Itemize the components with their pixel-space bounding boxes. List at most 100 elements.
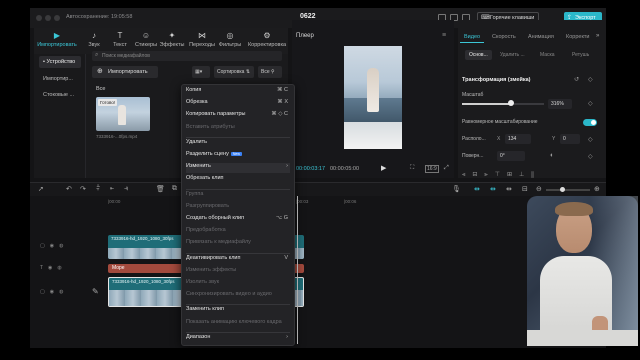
rotate-value-field[interactable]: 0° xyxy=(497,151,525,161)
context-menu-item[interactable]: Разделить сцену New xyxy=(186,151,290,161)
view-toggle-button[interactable]: ▦▾ xyxy=(192,66,210,78)
tab-animation[interactable]: Анимация xyxy=(524,31,558,43)
uniform-scale-toggle[interactable] xyxy=(583,119,597,126)
side-item-stock[interactable]: Стоковые ... xyxy=(39,89,81,101)
media-thumbnail[interactable]: Готово! xyxy=(96,97,150,131)
cover-edit-icon[interactable]: ✎ xyxy=(92,287,99,296)
menu-separator xyxy=(186,304,290,306)
text-track-controls[interactable]: T◉◍ xyxy=(40,265,67,271)
ruler-mark: |00:00 xyxy=(108,199,121,204)
more-tabs-icon[interactable]: » xyxy=(596,33,599,39)
context-menu-item[interactable]: Удалить xyxy=(186,139,290,149)
alignment-buttons[interactable]: ⫷⊟⫸⊤⊞⊥⫼ xyxy=(462,171,604,179)
redo-icon[interactable]: ↷ xyxy=(80,185,86,193)
close-window-button[interactable] xyxy=(36,15,42,21)
zoom-slider[interactable] xyxy=(546,189,590,191)
context-menu-item[interactable]: Деактивировать клип V xyxy=(186,255,290,265)
tab-speed[interactable]: Скорость xyxy=(488,31,520,43)
playhead[interactable] xyxy=(297,196,298,344)
split-icon[interactable]: ⫩ xyxy=(96,185,100,193)
player-title: Плеер xyxy=(296,33,314,39)
clip-label: 7333916-hd_1920_1080_30fps xyxy=(111,236,174,241)
context-menu-item[interactable]: Копировать параметры ⌘ ◇ C xyxy=(186,111,290,121)
new-badge: New xyxy=(230,151,242,156)
subtab-mask[interactable]: Маска xyxy=(540,52,555,58)
import-label: Импортировать xyxy=(108,69,148,75)
context-menu-item[interactable]: Обрезка ⌘ X xyxy=(186,99,290,109)
main-track-controls[interactable]: ▢◉◍ xyxy=(40,289,68,295)
context-menu-item[interactable]: Создать оборный клип ⌥ G xyxy=(186,215,290,225)
context-menu-item: Изолить звук xyxy=(186,279,290,289)
fullscreen-icon[interactable]: ⤢ xyxy=(444,165,449,172)
minimize-window-button[interactable] xyxy=(45,15,51,21)
context-menu-item[interactable]: Заменить клип xyxy=(186,306,290,316)
split-right-icon[interactable]: ⫣ xyxy=(124,185,128,193)
menu-separator xyxy=(186,136,290,138)
overlay-track-controls[interactable]: ▢◉◍ xyxy=(40,243,68,249)
preview-axis-icon[interactable]: ⊟ xyxy=(522,185,528,193)
player-menu-icon[interactable]: ≡ xyxy=(442,32,446,39)
context-menu-item[interactable]: Обрезать клип xyxy=(186,175,290,185)
menu-item-label: Изменить xyxy=(186,163,211,170)
reset-icon[interactable]: ↺ xyxy=(574,76,579,83)
menu-item-label: Создать оборный клип xyxy=(186,215,245,221)
side-item-imported[interactable]: Импортир... xyxy=(39,73,81,85)
media-tab-import[interactable]: ▶ Импортировать xyxy=(36,28,78,54)
scale-value-field[interactable]: 316% xyxy=(548,99,572,109)
sticker-icon: ☺ xyxy=(141,31,151,40)
subtab-retouch[interactable]: Ретушь xyxy=(572,52,589,58)
sort-button[interactable]: Сортировка ⇅ xyxy=(214,66,254,78)
keyframe-icon[interactable]: ◇ xyxy=(588,76,593,83)
tab-video[interactable]: Видео xyxy=(460,31,485,43)
menu-item-label: Группа xyxy=(186,190,204,197)
import-button[interactable]: ⊕ Импортировать xyxy=(92,66,158,78)
zoom-in-icon[interactable]: ⊕ xyxy=(594,185,600,193)
scale-keyframe-icon[interactable]: ◇ xyxy=(588,100,593,107)
crop-icon[interactable]: ⛶ xyxy=(410,165,414,172)
split-left-icon[interactable]: ⫦ xyxy=(110,185,114,193)
filter-button[interactable]: Все ⚲ xyxy=(258,66,282,78)
position-keyframe-icon[interactable]: ◇ xyxy=(588,136,593,143)
context-menu-item[interactable]: Диапазон › xyxy=(186,334,290,344)
audio-icon: ♪ xyxy=(92,31,96,40)
import-icon: ▶ xyxy=(53,31,61,40)
menu-separator xyxy=(186,331,290,333)
context-menu-item[interactable]: Изменить › xyxy=(186,163,290,174)
position-x-field[interactable]: 134 xyxy=(505,134,531,144)
select-tool-icon[interactable]: ➚ xyxy=(38,185,44,193)
side-item-device[interactable]: • Устройство xyxy=(39,56,81,68)
zoom-slider-knob[interactable] xyxy=(560,187,565,192)
link-clips-icon[interactable]: ⇹ xyxy=(506,185,512,193)
tab-correction[interactable]: Корректи xyxy=(562,31,594,43)
delete-icon[interactable]: 🗑 xyxy=(156,185,165,193)
player-total-time: 00:00:05:00 xyxy=(330,166,360,172)
media-section-label: Все xyxy=(96,86,106,92)
media-tab-label: Корректировка xyxy=(247,42,287,48)
link-audio-icon[interactable]: ⇹ xyxy=(490,185,496,193)
context-menu-item[interactable]: Копия ⌘ C xyxy=(186,87,290,97)
subtab-basic[interactable]: Основ... xyxy=(465,50,492,60)
context-menu-item: Группа xyxy=(186,191,290,201)
position-y-field[interactable]: 0 xyxy=(560,134,580,144)
media-search-input[interactable]: ⌕ Поиск медиафайлов xyxy=(92,51,282,61)
subtab-remove[interactable]: Удалить ... xyxy=(500,52,525,58)
presenter-hair xyxy=(555,202,593,216)
maximize-window-button[interactable] xyxy=(54,15,60,21)
video-preview[interactable] xyxy=(344,46,402,149)
undo-icon[interactable]: ↶ xyxy=(66,185,72,193)
zoom-out-icon[interactable]: ⊖ xyxy=(536,185,542,193)
play-icon[interactable]: ▶ xyxy=(381,164,386,172)
link-main-track-icon[interactable]: ⇹ xyxy=(474,185,480,193)
microphone-icon[interactable]: 🎙 xyxy=(452,185,461,193)
menu-item-shortcut: › xyxy=(286,163,288,170)
menu-separator xyxy=(186,252,290,254)
freeze-icon[interactable]: ⧉ xyxy=(172,185,177,193)
menu-item-label: Изолить звук xyxy=(186,279,220,285)
project-title: 0622 xyxy=(300,13,316,20)
rotate-dial-icon[interactable]: ◐ xyxy=(550,152,554,159)
menu-item-shortcut: › xyxy=(286,333,288,340)
rotate-keyframe-icon[interactable]: ◇ xyxy=(588,153,593,160)
rotate-label: Поверн... xyxy=(462,153,484,159)
filter-icon: ◎ xyxy=(226,31,234,40)
ratio-icon[interactable]: 16:9 xyxy=(425,165,439,173)
